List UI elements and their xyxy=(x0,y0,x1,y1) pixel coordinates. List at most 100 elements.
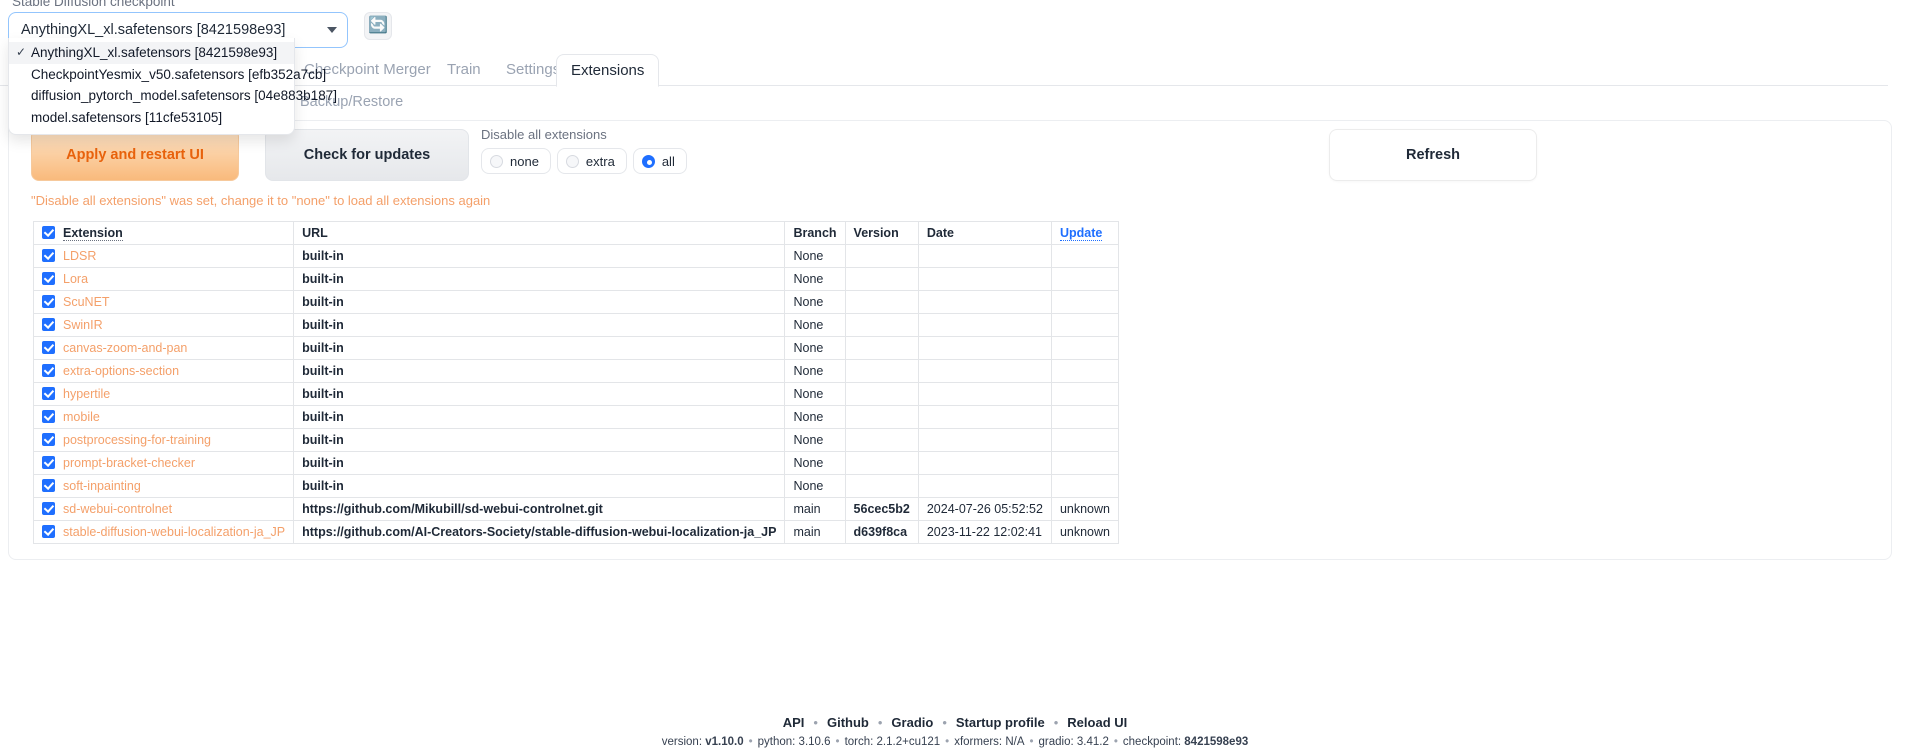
cell-date xyxy=(917,290,1052,314)
cell-version xyxy=(844,290,919,314)
cell-url: built-in xyxy=(293,336,786,360)
header-extension-label[interactable]: Extension xyxy=(63,226,123,241)
extension-name-link[interactable]: postprocessing-for-training xyxy=(63,433,211,447)
footer-meta-key: xformers: xyxy=(954,736,1006,748)
cell-version xyxy=(844,359,919,383)
radio-extra[interactable]: extra xyxy=(556,148,627,174)
cell-date: 2024-07-26 05:52:52 xyxy=(917,497,1052,521)
refresh-checkpoints-button[interactable]: 🔄 xyxy=(364,12,392,40)
chevron-down-icon[interactable] xyxy=(327,27,337,33)
row-checkbox[interactable] xyxy=(42,364,55,377)
cell-date xyxy=(917,336,1052,360)
cell-update xyxy=(1050,451,1119,475)
cell-extension: LDSR xyxy=(32,244,295,268)
checkpoint-option-2[interactable]: diffusion_pytorch_model.safetensors [04e… xyxy=(9,85,337,107)
footer-meta-separator: • xyxy=(1113,736,1118,748)
cell-version: d639f8ca xyxy=(844,520,919,544)
row-checkbox[interactable] xyxy=(42,479,55,492)
footer-link-github[interactable]: Github xyxy=(827,715,869,730)
row-checkbox[interactable] xyxy=(42,502,55,515)
cell-update xyxy=(1050,267,1119,291)
footer-meta-value: N/A xyxy=(1005,736,1025,748)
extension-name-link[interactable]: mobile xyxy=(63,410,100,424)
cell-url: built-in xyxy=(293,244,786,268)
footer-link-startup-profile[interactable]: Startup profile xyxy=(956,715,1045,730)
checkpoint-label: Stable Diffusion checkpoint xyxy=(12,0,175,9)
cell-update xyxy=(1050,336,1119,360)
row-checkbox[interactable] xyxy=(42,433,55,446)
footer-meta-key: version: xyxy=(661,736,706,748)
extension-name-link[interactable]: hypertile xyxy=(63,387,110,401)
checkpoint-option-3[interactable]: model.safetensors [11cfe53105] xyxy=(9,107,294,129)
check-for-updates-button[interactable]: Check for updates xyxy=(265,129,469,181)
row-checkbox[interactable] xyxy=(42,341,55,354)
cell-update xyxy=(1050,244,1119,268)
footer-link-gradio[interactable]: Gradio xyxy=(891,715,933,730)
cell-date xyxy=(917,428,1052,452)
table-row: hypertile built-in None xyxy=(32,382,1119,406)
cell-branch: None xyxy=(784,290,846,314)
row-checkbox[interactable] xyxy=(42,525,55,538)
cell-date xyxy=(917,359,1052,383)
extension-name-link[interactable]: extra-options-section xyxy=(63,364,179,378)
cell-url: built-in xyxy=(293,313,786,337)
apply-and-restart-ui-button[interactable]: Apply and restart UI xyxy=(31,129,239,181)
table-row: soft-inpainting built-in None xyxy=(32,474,1119,498)
extension-name-link[interactable]: sd-webui-controlnet xyxy=(63,502,172,516)
checkpoint-option-0[interactable]: ✓ AnythingXL_xl.safetensors [8421598e93] xyxy=(9,42,294,64)
cell-url: https://github.com/AI-Creators-Society/s… xyxy=(293,520,786,544)
footer: API • Github • Gradio • Startup profile • Reload… xyxy=(0,715,1910,748)
footer-separator: • xyxy=(813,715,818,730)
cell-url: built-in xyxy=(293,428,786,452)
extension-name-link[interactable]: LDSR xyxy=(63,249,96,263)
row-checkbox[interactable] xyxy=(42,456,55,469)
extension-name-link[interactable]: stable-diffusion-webui-localization-ja_J… xyxy=(63,525,285,539)
extension-name-link[interactable]: canvas-zoom-and-pan xyxy=(63,341,187,355)
warning-message: "Disable all extensions" was set, change… xyxy=(31,193,491,208)
row-checkbox[interactable] xyxy=(42,387,55,400)
row-checkbox[interactable] xyxy=(42,249,55,262)
radio-none[interactable]: none xyxy=(481,148,551,174)
disable-all-radio-row: none extra all xyxy=(481,148,687,174)
cell-date xyxy=(917,405,1052,429)
cell-date xyxy=(917,244,1052,268)
extension-name-link[interactable]: Lora xyxy=(63,272,88,286)
extension-name-link[interactable]: SwinIR xyxy=(63,318,103,332)
cell-date xyxy=(917,313,1052,337)
radio-dot-icon xyxy=(565,154,579,168)
row-checkbox[interactable] xyxy=(42,272,55,285)
footer-link-reload-ui[interactable]: Reload UI xyxy=(1067,715,1127,730)
row-checkbox[interactable] xyxy=(42,318,55,331)
cell-date xyxy=(917,267,1052,291)
extensions-table-body: LDSR built-in None Lora built-in None ScuNET bu… xyxy=(32,244,1119,544)
footer-meta-value: v1.10.0 xyxy=(705,736,744,748)
cell-url: built-in xyxy=(293,290,786,314)
cell-url: built-in xyxy=(293,474,786,498)
footer-link-api[interactable]: API xyxy=(783,715,805,730)
cell-extension: hypertile xyxy=(32,382,295,406)
select-all-checkbox[interactable] xyxy=(42,226,55,239)
row-checkbox[interactable] xyxy=(42,410,55,423)
checkpoint-dropdown-list[interactable]: ✓ AnythingXL_xl.safetensors [8421598e93]… xyxy=(8,38,337,135)
row-checkbox[interactable] xyxy=(42,295,55,308)
tab-extensions[interactable]: Extensions xyxy=(556,54,660,87)
footer-meta-separator: • xyxy=(945,736,950,748)
cell-branch: main xyxy=(784,520,846,544)
cell-date xyxy=(917,451,1052,475)
header-update-link[interactable]: Update xyxy=(1059,226,1103,241)
cell-version xyxy=(844,474,919,498)
radio-all[interactable]: all xyxy=(632,148,687,174)
refresh-button[interactable]: Refresh xyxy=(1329,129,1537,181)
extension-name-link[interactable]: ScuNET xyxy=(63,295,110,309)
checkpoint-option-1[interactable]: CheckpointYesmix_v50.safetensors [efb352… xyxy=(9,64,326,86)
table-row: prompt-bracket-checker built-in None xyxy=(32,451,1119,475)
cell-extension: mobile xyxy=(32,405,295,429)
extension-name-link[interactable]: prompt-bracket-checker xyxy=(63,456,195,470)
extension-name-link[interactable]: soft-inpainting xyxy=(63,479,141,493)
cell-branch: None xyxy=(784,336,846,360)
cell-branch: None xyxy=(784,267,846,291)
cell-update: unknown xyxy=(1050,520,1119,544)
footer-meta-value: 3.41.2 xyxy=(1076,736,1109,748)
tab-train[interactable]: Train xyxy=(433,56,495,85)
checkpoint-option-label: AnythingXL_xl.safetensors [8421598e93] xyxy=(31,45,278,60)
